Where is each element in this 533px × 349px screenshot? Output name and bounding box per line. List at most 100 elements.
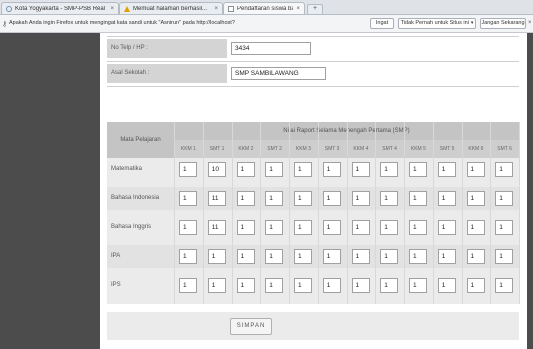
grade-input[interactable]: 1 xyxy=(236,220,255,235)
grade-input[interactable]: 11 xyxy=(207,191,226,206)
grade-input[interactable]: 11 xyxy=(207,220,226,235)
grade-input[interactable]: 1 xyxy=(236,162,255,177)
grade-input[interactable]: 1 xyxy=(466,220,485,235)
close-icon[interactable]: × xyxy=(528,20,532,26)
grade-input[interactable]: 1 xyxy=(294,249,312,264)
table-row: Bahasa Indonesia 1 11 1 1 1 1 1 1 1 1 1 1 xyxy=(107,187,519,210)
grade-input[interactable]: 1 xyxy=(265,162,284,177)
grade-input[interactable]: 1 xyxy=(294,278,312,293)
column-separator xyxy=(461,122,463,304)
column-header: SMT 3 xyxy=(317,140,347,158)
grade-input[interactable]: 1 xyxy=(437,220,456,235)
grade-input[interactable]: 1 xyxy=(179,249,197,264)
divider xyxy=(107,86,519,87)
column-separator xyxy=(317,122,319,304)
tab-label: Kota Yogyakarta - SMP-PSB Real Ti... xyxy=(15,5,108,12)
grade-input[interactable]: 1 xyxy=(380,191,399,206)
grade-input[interactable]: 1 xyxy=(495,249,514,264)
remember-button[interactable]: Ingat xyxy=(370,18,394,29)
right-dark-panel xyxy=(527,33,533,349)
grade-input[interactable]: 1 xyxy=(294,162,312,177)
grade-input[interactable]: 1 xyxy=(351,249,370,264)
column-header: KKM 2 xyxy=(231,140,261,158)
grade-input[interactable]: 1 xyxy=(265,249,284,264)
grade-input[interactable]: 1 xyxy=(437,249,456,264)
grade-input[interactable]: 1 xyxy=(351,191,370,206)
grade-input[interactable]: 1 xyxy=(437,278,456,293)
tab-close-icon[interactable]: × xyxy=(110,6,114,12)
grade-input[interactable]: 1 xyxy=(179,278,197,293)
column-header: SMT 5 xyxy=(432,140,462,158)
table-row: Matematika 1 10 1 1 1 1 1 1 1 1 1 1 xyxy=(107,158,519,181)
notification-text: Apakah Anda ingin Firefox untuk menginga… xyxy=(9,20,235,26)
grade-input[interactable]: 1 xyxy=(380,220,399,235)
grade-input[interactable]: 1 xyxy=(351,220,370,235)
grade-input[interactable]: 1 xyxy=(322,220,341,235)
grade-input[interactable]: 10 xyxy=(207,162,226,177)
phone-input[interactable] xyxy=(231,42,311,55)
divider xyxy=(107,61,519,62)
column-separator xyxy=(231,122,233,304)
grade-input[interactable]: 1 xyxy=(466,278,485,293)
column-header: KKM 5 xyxy=(404,140,433,158)
subject-name: Bahasa Inggris xyxy=(111,224,152,230)
grade-input[interactable]: 1 xyxy=(409,249,427,264)
school-label: Asal Sekolah : xyxy=(107,64,227,83)
grade-input[interactable]: 1 xyxy=(265,220,284,235)
subject-name: IPS xyxy=(111,282,121,288)
grade-input[interactable]: 1 xyxy=(236,191,255,206)
grade-input[interactable]: 1 xyxy=(466,162,485,177)
grade-input[interactable]: 1 xyxy=(322,278,341,293)
grade-input[interactable]: 1 xyxy=(409,191,427,206)
column-separator xyxy=(289,122,290,304)
grade-input[interactable]: 1 xyxy=(351,162,370,177)
school-input[interactable] xyxy=(231,67,326,80)
grade-input[interactable]: 1 xyxy=(207,278,226,293)
grade-input[interactable]: 1 xyxy=(236,278,255,293)
grade-input[interactable]: 1 xyxy=(495,191,514,206)
new-tab-button[interactable]: + xyxy=(307,4,323,15)
grade-input[interactable]: 1 xyxy=(179,220,197,235)
grade-input[interactable]: 1 xyxy=(351,278,370,293)
grade-input[interactable]: 1 xyxy=(495,162,514,177)
grade-input[interactable]: 1 xyxy=(380,249,399,264)
tab-close-icon[interactable]: × xyxy=(296,6,300,12)
tab-close-icon[interactable]: × xyxy=(214,6,218,12)
column-separator xyxy=(519,122,520,304)
grade-input[interactable]: 1 xyxy=(294,220,312,235)
warning-icon xyxy=(124,5,130,12)
grade-input[interactable]: 1 xyxy=(437,191,456,206)
grade-input[interactable]: 1 xyxy=(294,191,312,206)
table-row: IPA 1 1 1 1 1 1 1 1 1 1 1 1 xyxy=(107,245,519,268)
grade-input[interactable]: 1 xyxy=(495,220,514,235)
grade-input[interactable]: 1 xyxy=(322,191,341,206)
grade-input[interactable]: 1 xyxy=(322,162,341,177)
grade-input[interactable]: 1 xyxy=(409,278,427,293)
grade-input[interactable]: 1 xyxy=(380,278,399,293)
grade-input[interactable]: 1 xyxy=(495,278,514,293)
never-button[interactable]: Tidak Pernah untuk Situs ini ▾ xyxy=(398,18,476,29)
grade-input[interactable]: 1 xyxy=(409,220,427,235)
grade-input[interactable]: 1 xyxy=(179,162,197,177)
tab-label: Pendaftaran siswa baru xyxy=(237,5,293,12)
grade-input[interactable]: 1 xyxy=(380,162,399,177)
column-separator xyxy=(490,122,492,304)
page-icon xyxy=(228,5,234,12)
column-header: SMT 4 xyxy=(375,140,404,158)
grade-input[interactable]: 1 xyxy=(179,191,197,206)
tab-memuat-halaman[interactable]: Memuat halaman berhasil... × xyxy=(119,2,223,14)
grade-input[interactable]: 1 xyxy=(322,249,341,264)
grade-input[interactable]: 1 xyxy=(409,162,427,177)
grade-input[interactable]: 1 xyxy=(437,162,456,177)
grade-input[interactable]: 1 xyxy=(265,191,284,206)
grade-input[interactable]: 1 xyxy=(265,278,284,293)
grade-input[interactable]: 1 xyxy=(207,249,226,264)
grade-input[interactable]: 1 xyxy=(466,191,485,206)
grade-input[interactable]: 1 xyxy=(236,249,255,264)
save-button[interactable]: SIMPAN xyxy=(230,318,272,335)
password-notification-bar: ⚷ Apakah Anda ingin Firefox untuk mengin… xyxy=(0,15,533,33)
grade-input[interactable]: 1 xyxy=(466,249,485,264)
tab-pendaftaran[interactable]: Pendaftaran siswa baru × xyxy=(223,2,305,14)
not-now-button[interactable]: Jangan Sekarang xyxy=(480,18,526,29)
tab-smp-psb[interactable]: Kota Yogyakarta - SMP-PSB Real Ti... × xyxy=(1,2,119,14)
